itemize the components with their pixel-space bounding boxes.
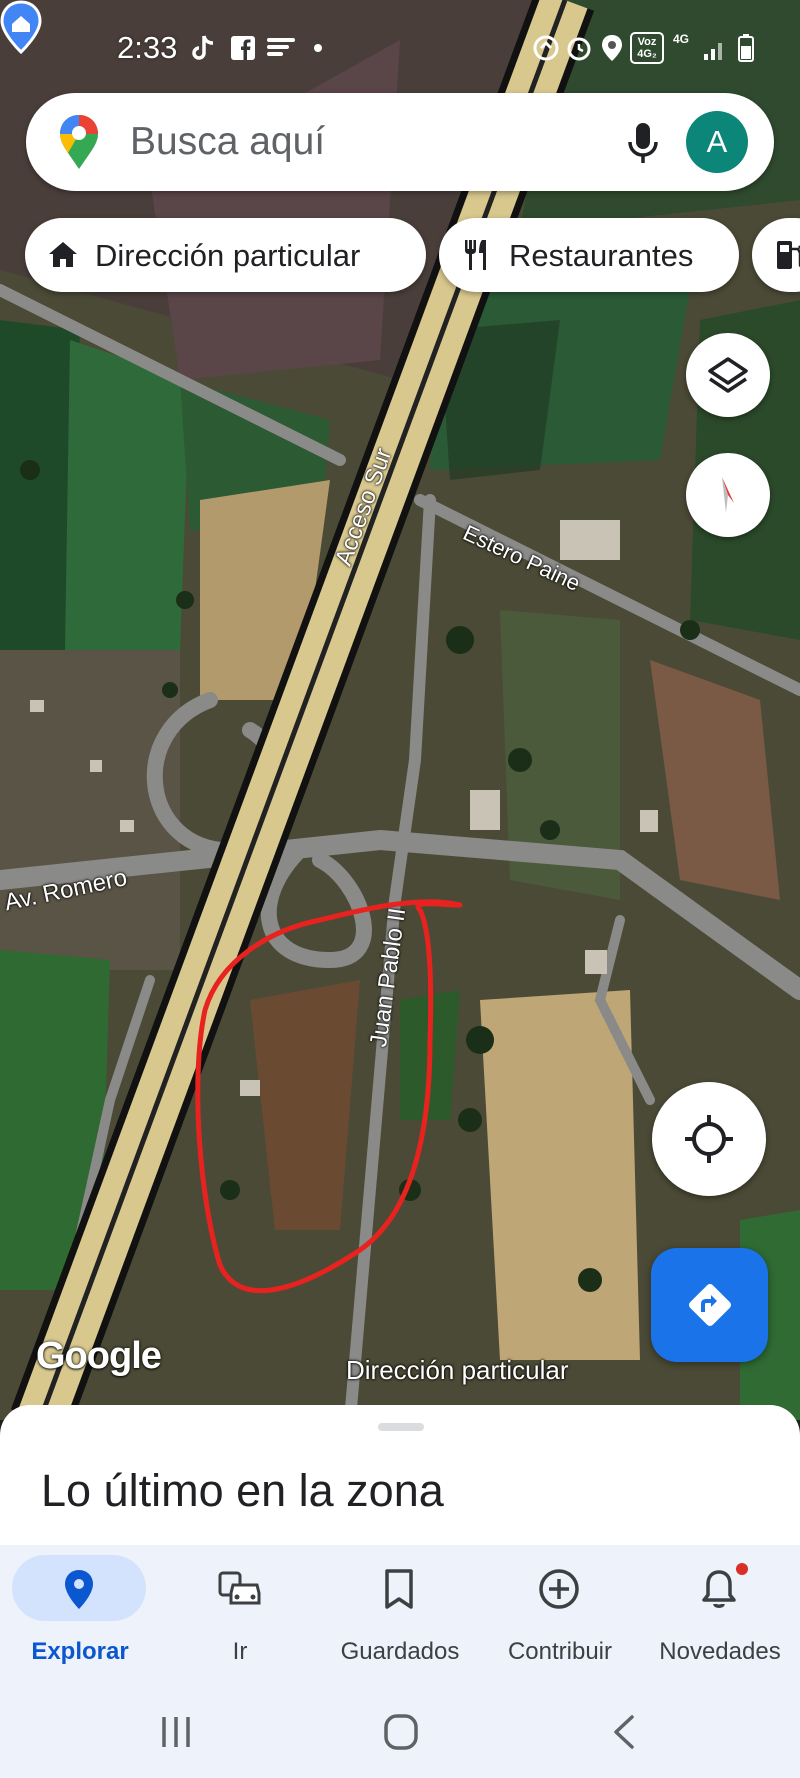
avatar[interactable]: A — [686, 111, 748, 173]
battery-icon — [737, 34, 755, 62]
facebook-icon — [230, 34, 256, 62]
my-location-icon — [685, 1115, 733, 1163]
bottom-navigation: Explorar Ir Guardados Contribuir Novedad… — [0, 1545, 800, 1685]
chip-home[interactable]: Dirección particular — [25, 218, 426, 292]
status-bar: 2:33 Voz 4G₂ 4G — [0, 22, 800, 74]
bottom-sheet[interactable]: Lo último en la zona — [0, 1405, 800, 1545]
chip-restaurants[interactable]: Restaurantes — [439, 218, 739, 292]
system-navigation-bar — [0, 1685, 800, 1778]
sheet-title: Lo último en la zona — [41, 1465, 444, 1516]
gas-station-icon — [777, 241, 800, 269]
search-input[interactable]: Busca aquí — [130, 120, 325, 164]
location-icon — [600, 34, 624, 62]
recent-apps-icon[interactable] — [146, 1711, 206, 1753]
compass-button[interactable] — [686, 453, 770, 537]
nav-label: Explorar — [31, 1638, 129, 1665]
sheet-drag-handle[interactable] — [378, 1423, 424, 1431]
google-attribution: Google — [36, 1335, 162, 1377]
recycle-icon — [533, 34, 559, 62]
commute-icon — [218, 1571, 261, 1605]
nav-contribuir[interactable]: Contribuir — [480, 1555, 640, 1675]
tiktok-icon — [190, 34, 216, 62]
status-time: 2:33 — [117, 30, 178, 65]
satellite-imagery — [0, 0, 800, 1420]
bookmark-icon — [385, 1569, 413, 1609]
directions-icon — [688, 1284, 731, 1326]
signal-icon — [702, 34, 728, 62]
mic-icon[interactable] — [616, 115, 670, 169]
nav-label: Contribuir — [507, 1638, 613, 1665]
saved-place-label[interactable]: Dirección particular — [346, 1355, 569, 1386]
map-canvas[interactable]: Acceso Sur Estero Paine Av. Romero Juan … — [0, 0, 800, 1420]
volte-badge: Voz 4G₂ — [630, 32, 664, 64]
search-bar[interactable]: Busca aquí A — [26, 93, 774, 191]
nav-guardados[interactable]: Guardados — [320, 1555, 480, 1675]
notification-dot — [736, 1563, 748, 1575]
maps-logo-icon — [60, 115, 98, 169]
bell-icon — [702, 1570, 736, 1608]
explore-pin-icon — [65, 1570, 93, 1609]
add-circle-icon — [539, 1569, 579, 1609]
home-icon — [49, 242, 77, 267]
restaurant-icon — [465, 240, 486, 270]
nav-explorar[interactable]: Explorar — [0, 1555, 160, 1675]
directions-button[interactable] — [651, 1248, 768, 1362]
nav-label: Ir — [232, 1638, 248, 1665]
alarm-icon — [566, 34, 592, 62]
notification-icon — [266, 34, 296, 62]
home-button-icon[interactable] — [370, 1711, 430, 1753]
back-icon[interactable] — [594, 1711, 654, 1753]
network-type: 4G — [673, 32, 690, 46]
compass-icon — [722, 477, 734, 513]
chip-home-label: Dirección particular — [95, 238, 361, 273]
nav-label: Guardados — [340, 1638, 460, 1665]
dot-icon — [312, 34, 324, 62]
layers-icon — [708, 357, 748, 393]
layers-button[interactable] — [686, 333, 770, 417]
nav-novedades[interactable]: Novedades — [640, 1555, 800, 1675]
chip-restaurants-label: Restaurantes — [509, 238, 694, 273]
nav-ir[interactable]: Ir — [160, 1555, 320, 1675]
my-location-button[interactable] — [652, 1082, 766, 1196]
nav-label: Novedades — [659, 1638, 781, 1665]
